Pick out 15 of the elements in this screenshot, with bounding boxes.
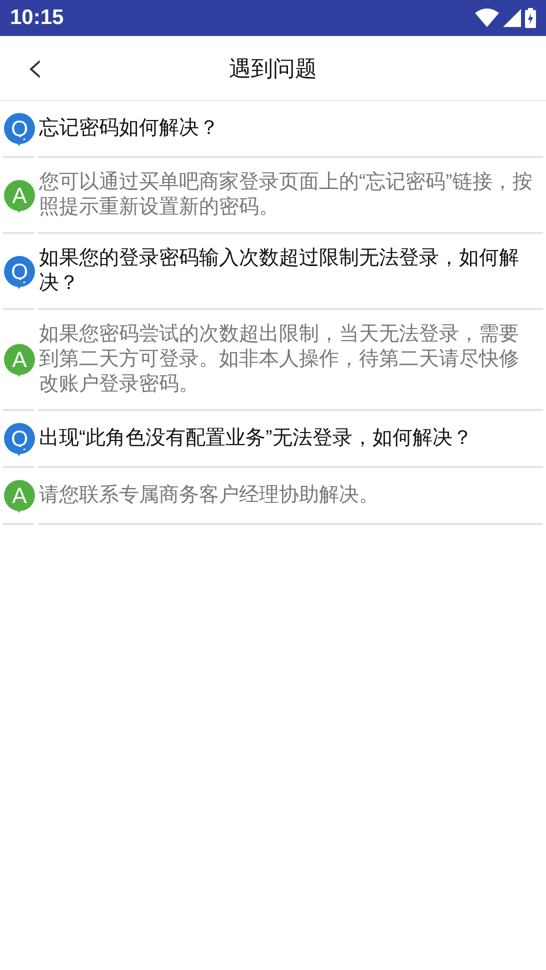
- signal-icon: [503, 9, 521, 27]
- answer-badge: A: [4, 344, 35, 375]
- answer-badge: A: [4, 480, 35, 511]
- answer-text: 请您联系专属商务客户经理协助解决。: [39, 483, 380, 508]
- back-button[interactable]: ‹: [18, 46, 52, 90]
- question-text: 如果您的登录密码输入次数超过限制无法登录，如何解决？: [39, 246, 520, 296]
- answer-badge: A: [4, 180, 35, 210]
- page-title: 遇到问题: [229, 54, 317, 82]
- wifi-icon: [475, 8, 499, 28]
- question-text: 出现“此角色没有配置业务”无法登录，如何解决？: [39, 426, 474, 451]
- answer-text: 如果您密码尝试的次数超出限制，当天无法登录，需要到第二天方可登录。如非本人操作，待第二天请尽快修改账户登录密码。: [39, 322, 520, 397]
- status-time: 10:15: [10, 5, 64, 32]
- answer-text: 您可以通过买单吧商家登录页面上的“忘记密码”链接，按照提示重新设置新的密码。: [39, 170, 534, 220]
- battery-icon: [525, 8, 536, 28]
- question-text: 忘记密码如何解决？: [39, 116, 220, 141]
